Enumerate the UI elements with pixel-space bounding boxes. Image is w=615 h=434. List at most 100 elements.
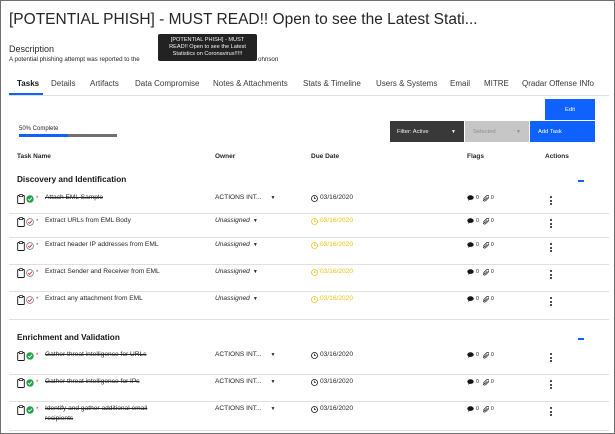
due-date[interactable]: 03/16/2020 — [311, 350, 353, 360]
tab-data-compromise[interactable]: Data Compromise — [135, 79, 199, 93]
header-actions: Actions — [545, 153, 569, 160]
clipboard-icon — [17, 295, 25, 305]
header-due-date[interactable]: Due Date — [311, 153, 339, 160]
open-check-icon[interactable] — [26, 218, 34, 226]
open-check-icon[interactable] — [26, 296, 34, 304]
due-date[interactable]: 03/16/2020 — [311, 216, 353, 226]
caret-down-icon: ▼ — [270, 352, 276, 358]
owner-dropdown[interactable]: ACTIONS INT... ▼ — [215, 350, 275, 360]
filter-dropdown[interactable]: Filter: Active ▼ — [390, 121, 464, 142]
owner-dropdown[interactable]: Unassigned ▼ — [215, 240, 258, 250]
overflow-menu-icon[interactable] — [550, 407, 553, 418]
owner-dropdown[interactable]: ACTIONS INT... ▼ — [215, 377, 275, 387]
due-date-text: 03/16/2020 — [320, 268, 354, 275]
overflow-menu-icon[interactable] — [550, 219, 553, 230]
attachment-icon[interactable] — [482, 405, 489, 413]
attachment-icon[interactable] — [482, 295, 489, 303]
task-status-icons: * — [17, 194, 38, 204]
task-status-icons: * — [17, 351, 38, 361]
clipboard-icon — [17, 378, 25, 388]
task-status-icons: * — [17, 217, 38, 227]
task-name-link[interactable]: Gather threat intelligence for IPs — [45, 377, 165, 387]
tab-qradar-offense-info[interactable]: Qradar Offense INfo — [522, 79, 594, 93]
tab-stats-timeline[interactable]: Stats & Timeline — [303, 79, 361, 93]
attachments-count: 0 — [490, 379, 494, 385]
task-name-link[interactable]: Gather threat intelligence for URLs — [45, 350, 165, 360]
tab-details[interactable]: Details — [51, 79, 75, 93]
task-flags: 00 — [467, 216, 494, 226]
owner-dropdown[interactable]: ACTIONS INT... ▼ — [215, 193, 275, 203]
notes-icon[interactable] — [467, 296, 474, 302]
due-date[interactable]: 03/16/2020 — [311, 377, 353, 387]
tab-mitre[interactable]: MITRE — [484, 79, 509, 93]
overflow-menu-icon[interactable] — [550, 270, 553, 281]
open-check-icon[interactable] — [26, 242, 34, 250]
task-row[interactable]: * Extract header IP addresses from EML Una… — [9, 239, 609, 265]
attachment-icon[interactable] — [482, 241, 489, 249]
task-page: [POTENTIAL PHISH] - MUST READ!! Open to … — [0, 0, 615, 434]
attachment-icon[interactable] — [482, 268, 489, 276]
caret-down-icon: ▼ — [252, 296, 258, 302]
owner-dropdown[interactable]: ACTIONS INT... ▼ — [215, 404, 275, 414]
notes-icon[interactable] — [467, 242, 474, 248]
notes-icon[interactable] — [467, 379, 474, 385]
task-name-link[interactable]: Extract header IP addresses from EML — [45, 240, 165, 250]
due-date[interactable]: 03/16/2020 — [311, 267, 353, 277]
header-owner[interactable]: Owner — [215, 153, 235, 160]
notes-icon[interactable] — [467, 269, 474, 275]
tab-users-systems[interactable]: Users & Systems — [376, 79, 437, 93]
due-date[interactable]: 03/16/2020 — [311, 404, 353, 414]
task-name-link[interactable]: Extract URLs from EML Body — [45, 216, 165, 226]
selected-dropdown[interactable]: Selected ▼ — [465, 121, 529, 142]
tab-email[interactable]: Email — [450, 79, 470, 93]
due-date[interactable]: 03/16/2020 — [311, 193, 353, 203]
completed-check-icon[interactable] — [26, 352, 34, 360]
add-task-button[interactable]: Add Task — [530, 121, 595, 142]
header-task-name[interactable]: Task Name — [17, 153, 51, 160]
completed-check-icon[interactable] — [26, 406, 34, 414]
notes-icon[interactable] — [467, 406, 474, 412]
overflow-menu-icon[interactable] — [550, 243, 553, 254]
task-row[interactable]: * Extract any attachment from EML Unassign… — [9, 293, 609, 320]
task-name-link[interactable]: Identify and gather additional email rec… — [45, 404, 165, 424]
due-date-text: 03/16/2020 — [320, 241, 354, 248]
due-date[interactable]: 03/16/2020 — [311, 294, 353, 304]
task-row[interactable]: * Extract URLs from EML Body Unassigned ▼ 03… — [9, 215, 609, 238]
collapse-icon[interactable] — [578, 338, 584, 340]
tab-notes-attachments[interactable]: Notes & Attachments — [213, 79, 288, 93]
notes-icon[interactable] — [467, 352, 474, 358]
task-row[interactable]: * Gather threat intelligence for URLs ACTI… — [9, 349, 609, 375]
completed-check-icon[interactable] — [26, 379, 34, 387]
notes-icon[interactable] — [467, 195, 474, 201]
overflow-menu-icon[interactable] — [550, 380, 553, 391]
open-check-icon[interactable] — [26, 269, 34, 277]
task-row[interactable]: * Identify and gather additional email re… — [9, 403, 609, 431]
owner-dropdown[interactable]: Unassigned ▼ — [215, 267, 258, 277]
task-name-link[interactable]: Extract any attachment from EML — [45, 294, 165, 304]
task-row[interactable]: * Gather threat intelligence for IPs ACTIO… — [9, 376, 609, 402]
task-name-link[interactable]: Attach EML Sample — [45, 193, 165, 203]
task-flags: 00 — [467, 404, 494, 414]
owner-dropdown[interactable]: Unassigned ▼ — [215, 216, 258, 226]
task-row[interactable]: * Extract Sender and Receiver from EML Una… — [9, 266, 609, 292]
required-asterisk-icon: * — [36, 297, 39, 303]
task-row[interactable]: * Attach EML Sample ACTIONS INT... ▼ 03/16/2… — [9, 192, 609, 214]
due-date[interactable]: 03/16/2020 — [311, 240, 353, 250]
attachment-icon[interactable] — [482, 378, 489, 386]
edit-button[interactable]: Edit — [545, 99, 595, 120]
tab-artifacts[interactable]: Artifacts — [90, 79, 119, 93]
owner-dropdown[interactable]: Unassigned ▼ — [215, 294, 258, 304]
overflow-menu-icon[interactable] — [550, 196, 553, 207]
overflow-menu-icon[interactable] — [550, 297, 553, 308]
overflow-menu-icon[interactable] — [550, 353, 553, 364]
completed-check-icon[interactable] — [26, 195, 34, 203]
task-name-link[interactable]: Extract Sender and Receiver from EML — [45, 267, 165, 277]
collapse-icon[interactable] — [578, 180, 584, 182]
attachments-count: 0 — [490, 218, 494, 224]
attachment-icon[interactable] — [482, 351, 489, 359]
clock-icon — [311, 295, 318, 303]
attachment-icon[interactable] — [482, 194, 489, 202]
tab-tasks[interactable]: Tasks — [17, 79, 39, 93]
notes-icon[interactable] — [467, 218, 474, 224]
attachment-icon[interactable] — [482, 217, 489, 225]
